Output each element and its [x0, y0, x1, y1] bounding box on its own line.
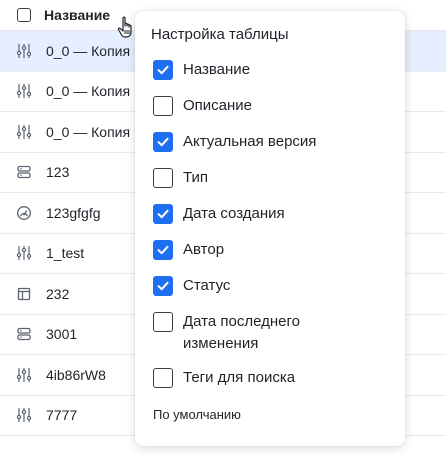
column-option[interactable]: Дата создания	[153, 204, 285, 225]
checkbox-checked-icon[interactable]	[153, 132, 173, 152]
row-name: 0_0 — Копия	[46, 83, 131, 100]
column-option-label: Теги для поиска	[183, 369, 296, 386]
sliders-icon	[16, 245, 32, 261]
checkbox-checked-icon[interactable]	[153, 240, 173, 260]
checkbox-unchecked-icon[interactable]	[153, 96, 173, 116]
column-option-label: Актуальная версия	[183, 133, 317, 150]
checkbox-checked-icon[interactable]	[153, 276, 173, 296]
checkbox-unchecked-icon[interactable]	[153, 368, 173, 388]
reset-defaults-button[interactable]: По умолчанию	[153, 407, 241, 422]
checkbox-unchecked-icon[interactable]	[153, 168, 173, 188]
sliders-icon	[16, 43, 32, 59]
layout-icon	[16, 286, 32, 302]
checkbox-unchecked-icon[interactable]	[153, 312, 173, 332]
column-option-label: Описание	[183, 97, 253, 114]
sliders-icon	[16, 367, 32, 383]
sliders-icon	[16, 124, 32, 140]
column-option[interactable]: Дата последнего изменения	[153, 312, 343, 355]
column-header-name[interactable]: Название	[44, 7, 110, 23]
row-name: 123gfgfg	[46, 204, 101, 221]
column-option[interactable]: Теги для поиска	[153, 368, 295, 389]
column-option-label: Статус	[183, 277, 231, 294]
row-name: 1_test	[46, 245, 85, 262]
column-option-label: Тип	[183, 169, 209, 186]
row-name: 3001	[46, 326, 78, 343]
popup-title: Настройка таблицы	[151, 26, 289, 43]
column-option[interactable]: Автор	[153, 240, 224, 261]
row-name: 4ib86rW8	[46, 366, 106, 383]
column-option[interactable]: Название	[153, 60, 250, 81]
column-option[interactable]: Актуальная версия	[153, 132, 316, 153]
server-icon	[16, 326, 32, 342]
column-option-label: Название	[183, 61, 251, 78]
row-name: 7777	[46, 407, 78, 424]
column-option-label: Автор	[183, 241, 225, 258]
column-option-label: Дата создания	[183, 205, 285, 222]
column-option[interactable]: Описание	[153, 96, 252, 117]
sliders-icon	[16, 407, 32, 423]
table-settings-popup: Настройка таблицы Название Описание Актуал…	[135, 11, 405, 446]
gauge-icon	[16, 205, 32, 221]
column-option[interactable]: Тип	[153, 168, 208, 189]
row-name: 0_0 — Копия	[46, 42, 131, 59]
column-option-label: Дата последнего изменения	[183, 313, 300, 352]
row-name: 232	[46, 285, 70, 302]
row-name: 123	[46, 164, 70, 181]
hand-cursor-icon	[117, 16, 132, 38]
checkbox-checked-icon[interactable]	[153, 60, 173, 80]
server-icon	[16, 164, 32, 180]
checkbox-checked-icon[interactable]	[153, 204, 173, 224]
select-all-checkbox[interactable]	[17, 8, 31, 22]
sliders-icon	[16, 83, 32, 99]
column-option[interactable]: Статус	[153, 276, 230, 297]
row-name: 0_0 — Копия	[46, 123, 131, 140]
